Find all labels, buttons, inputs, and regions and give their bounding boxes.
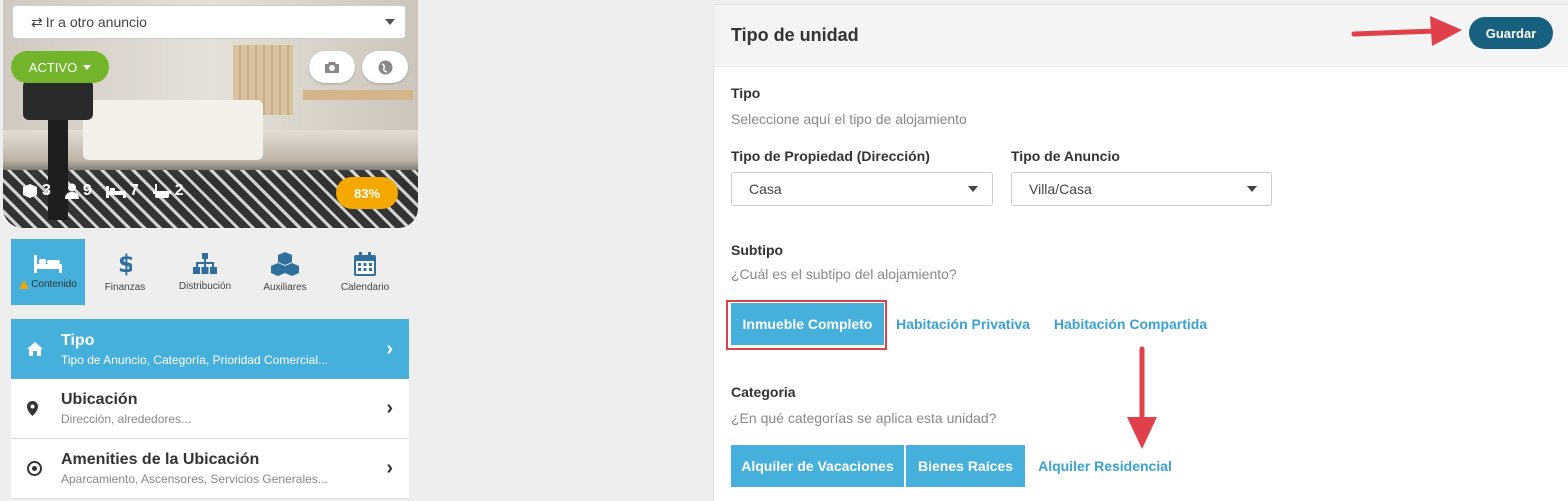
tab-distribucion[interactable]: Distribución: [165, 239, 245, 305]
chevron-down-icon: [385, 19, 395, 25]
tab-auxiliares[interactable]: Auxiliares: [245, 239, 325, 305]
subtype-option-habitacion-privativa[interactable]: Habitación Privativa: [884, 303, 1042, 345]
categoria-help-text: ¿En qué categorías se aplica esta unidad…: [731, 410, 997, 426]
menu-item-subtitle: Tipo de Anuncio, Categoría, Prioridad Co…: [61, 352, 329, 367]
listing-sidebar: ⇄ Ir a otro anuncio ACTIVO 3 9 7 2 83% C…: [0, 0, 418, 501]
goto-listing-label: Ir a otro anuncio: [45, 14, 147, 30]
user-icon: [64, 183, 79, 199]
goto-listing-select[interactable]: ⇄ Ir a otro anuncio: [12, 5, 406, 39]
menu-item-title: Amenities de la Ubicación: [61, 451, 260, 468]
chevron-right-icon: ›: [386, 397, 393, 419]
photos-button[interactable]: [309, 51, 355, 83]
cube-icon: [23, 184, 37, 198]
menu-item-tipo[interactable]: Tipo Tipo de Anuncio, Categoría, Priorid…: [11, 319, 409, 379]
completion-badge: 83%: [336, 177, 398, 209]
highlight-box: [726, 300, 887, 350]
calendar-icon: [354, 251, 376, 276]
exchange-icon: ⇄: [31, 13, 43, 30]
menu-item-ubicacion[interactable]: Ubicación Dirección, alrededores... ›: [11, 379, 409, 439]
annotation-arrow-right-icon: [1351, 16, 1462, 46]
dollar-icon: $: [118, 252, 132, 276]
subtipo-heading: Subtipo: [731, 242, 784, 258]
svg-text:$: $: [118, 252, 132, 276]
listing-type-select[interactable]: Villa/Casa: [1011, 172, 1272, 206]
page-title: Tipo de unidad: [731, 25, 859, 45]
stat-baths: 2: [152, 182, 184, 200]
sitemap-icon: [193, 252, 217, 274]
bath-icon: [152, 184, 171, 198]
stat-guests: 9: [64, 182, 92, 200]
camera-icon: [325, 61, 339, 73]
home-icon: [27, 342, 43, 356]
stat-units: 3: [22, 182, 51, 200]
content-menu: Tipo Tipo de Anuncio, Categoría, Priorid…: [11, 319, 409, 499]
map-pin-icon: [27, 401, 38, 416]
globe-button[interactable]: [362, 51, 408, 83]
menu-item-title: Tipo: [61, 331, 95, 349]
stat-beds: 7: [105, 182, 139, 200]
listing-stats: 3 9 7 2: [22, 182, 184, 200]
listing-type-label: Tipo de Anuncio: [1011, 148, 1120, 164]
subtipo-help-text: ¿Cuál es el subtipo del alojamiento?: [731, 266, 957, 282]
property-type-select[interactable]: Casa: [731, 172, 993, 206]
target-icon: [27, 461, 42, 476]
category-option-bienes-raices[interactable]: Bienes Raíces: [906, 445, 1025, 487]
tab-finanzas[interactable]: $ Finanzas: [85, 239, 165, 305]
caret-down-icon: [83, 64, 92, 70]
section-tabs: Contenido $ Finanzas Distribución Auxili…: [11, 239, 409, 305]
menu-item-title: Ubicación: [61, 391, 138, 408]
property-type-label: Tipo de Propiedad (Dirección): [731, 148, 930, 164]
status-label: ACTIVO: [28, 59, 78, 75]
bed-icon: [34, 254, 62, 273]
categoria-heading: Categoria: [731, 384, 796, 400]
caret-down-icon: [1247, 186, 1257, 192]
tipo-heading: Tipo: [731, 85, 761, 101]
annotation-arrow-down-icon: [1127, 346, 1157, 449]
tab-contenido[interactable]: Contenido: [11, 239, 85, 305]
warning-icon: [19, 279, 30, 289]
tipo-help-text: Seleccione aquí el tipo de alojamiento: [731, 111, 967, 127]
category-option-alquiler-vacaciones[interactable]: Alquiler de Vacaciones: [731, 445, 904, 487]
status-dropdown-button[interactable]: ACTIVO: [11, 51, 109, 83]
chevron-right-icon: ›: [386, 457, 393, 479]
bed-icon: [105, 186, 126, 198]
menu-item-subtitle: Aparcamiento, Ascensores, Servicios Gene…: [61, 472, 328, 486]
tab-calendario[interactable]: Calendario: [325, 239, 405, 305]
menu-item-subtitle: Dirección, alrededores...: [61, 412, 192, 426]
subtype-option-habitacion-compartida[interactable]: Habitación Compartida: [1042, 303, 1219, 345]
property-type-value: Casa: [749, 181, 782, 197]
menu-item-amenities[interactable]: Amenities de la Ubicación Aparcamiento, …: [11, 439, 409, 499]
category-option-alquiler-residencial[interactable]: Alquiler Residencial: [1025, 445, 1185, 487]
cubes-icon: [271, 251, 299, 276]
globe-icon: [378, 60, 392, 74]
chevron-right-icon: ›: [386, 337, 393, 360]
save-button[interactable]: Guardar: [1469, 17, 1553, 49]
caret-down-icon: [968, 186, 978, 192]
listing-type-value: Villa/Casa: [1029, 181, 1092, 197]
